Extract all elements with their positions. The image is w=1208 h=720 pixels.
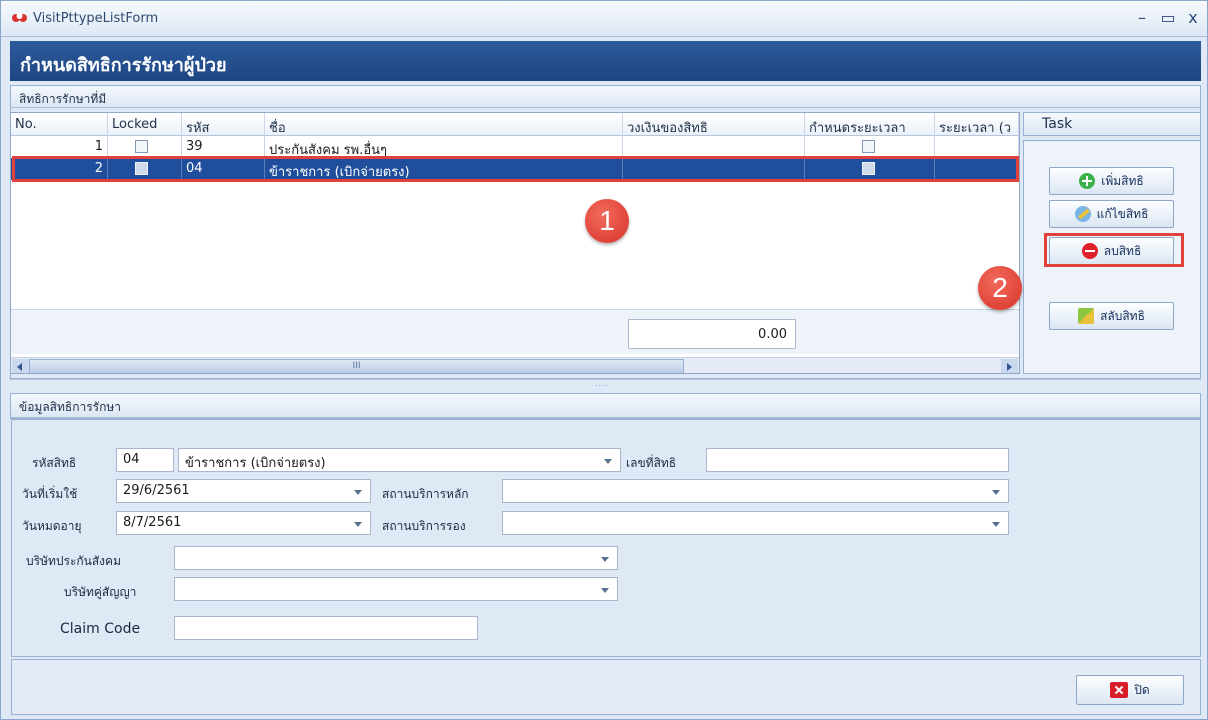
sso-company-dropdown[interactable] (174, 546, 618, 570)
sso-company-label: บริษัทประกันสังคม (26, 554, 121, 568)
pttype-code-label: รหัสสิทธิ (32, 456, 77, 470)
form-header: กำหนดสิทธิการรักษาผู้ป่วย (10, 41, 1201, 81)
annotation-badge-1: 1 (585, 199, 629, 243)
claim-code-label: Claim Code (60, 621, 141, 637)
window-titlebar[interactable]: VisitPttypeListForm – ▭ x (1, 1, 1207, 37)
begin-date-label: วันที่เริ่มใช้ (22, 487, 78, 501)
scroll-left-icon[interactable] (12, 359, 29, 373)
chevron-down-icon (992, 522, 1000, 527)
col-no[interactable]: No. (11, 113, 108, 136)
contract-company-label: บริษัทคู่สัญญา (64, 585, 137, 599)
pttype-name-dropdown[interactable]: ข้าราชการ (เบิกจ่ายตรง) (178, 448, 621, 472)
chevron-down-icon (601, 588, 609, 593)
add-icon (1079, 173, 1096, 189)
edit-pttype-label: แก้ไขสิทธิ (1096, 206, 1149, 221)
expire-date-picker[interactable]: 8/7/2561 (116, 511, 371, 535)
pttype-code-input[interactable]: 04 (116, 448, 174, 472)
delete-button-highlight (1044, 233, 1184, 267)
pttype-detail-caption: ข้อมูลสิทธิการรักษา (11, 394, 1200, 418)
chevron-down-icon (354, 490, 362, 495)
horizontal-scrollbar[interactable]: III (11, 357, 1019, 373)
main-hospital-dropdown[interactable] (502, 479, 1009, 503)
main-hospital-label: สถานบริการหลัก (382, 487, 469, 501)
col-code[interactable]: รหัส (182, 113, 265, 136)
limit-total: 0.00 (628, 319, 796, 349)
card-no-label: เลขที่สิทธิ (626, 456, 677, 470)
sub-hospital-label: สถานบริการรอง (382, 519, 466, 533)
chevron-down-icon (604, 459, 612, 464)
grid-header: No. Locked รหัส ชื่อ วงเงินของสิทธิ กำหน… (11, 113, 1019, 136)
maximize-button[interactable]: ▭ (1157, 6, 1179, 30)
col-locked[interactable]: Locked (108, 113, 182, 136)
cell-has-period (805, 136, 935, 158)
card-no-input[interactable] (706, 448, 1009, 472)
visit-pttype-window: VisitPttypeListForm – ▭ x กำหนดสิทธิการร… (0, 0, 1208, 720)
grid-footer: 0.00 (11, 309, 1019, 354)
close-icon (1110, 682, 1129, 698)
pttype-list-caption: สิทธิการรักษาที่มี (11, 86, 1200, 108)
task-caption: Task (1023, 112, 1201, 136)
selected-row-highlight (12, 156, 1019, 182)
add-pttype-label: เพิ่มสิทธิ (1101, 173, 1144, 188)
pttype-grid[interactable]: No. Locked รหัส ชื่อ วงเงินของสิทธิ กำหน… (10, 112, 1020, 374)
expire-date-value: 8/7/2561 (123, 515, 182, 530)
swap-pttype-button[interactable]: สลับสิทธิ (1049, 302, 1174, 330)
col-limit[interactable]: วงเงินของสิทธิ (623, 113, 805, 136)
edit-pttype-button[interactable]: แก้ไขสิทธิ (1049, 200, 1174, 228)
swap-pttype-label: สลับสิทธิ (1100, 308, 1145, 323)
expire-date-label: วันหมดอายุ (22, 519, 82, 533)
chevron-down-icon (992, 490, 1000, 495)
period-checkbox[interactable] (862, 140, 875, 153)
cell-limit (623, 136, 805, 158)
chevron-down-icon (601, 557, 609, 562)
contract-company-dropdown[interactable] (174, 577, 618, 601)
edit-icon (1074, 206, 1091, 222)
table-row[interactable]: 1 39 ประกันสังคม รพ.อื่นๆ (11, 136, 1019, 158)
close-window-button[interactable]: x (1182, 6, 1204, 30)
window-title: VisitPttypeListForm (33, 11, 159, 26)
locked-checkbox[interactable] (135, 140, 148, 153)
cell-period (935, 136, 1019, 158)
panel-splitter[interactable]: .... (10, 379, 1201, 388)
begin-date-value: 29/6/2561 (123, 483, 190, 498)
cell-name: ประกันสังคม รพ.อื่นๆ (265, 136, 623, 158)
cell-code: 39 (182, 136, 265, 158)
pttype-detail-group: ข้อมูลสิทธิการรักษา (10, 393, 1201, 419)
bottom-bar (11, 659, 1201, 715)
col-name[interactable]: ชื่อ (265, 113, 623, 136)
col-period[interactable]: ระยะเวลา (ว (935, 113, 1019, 136)
chevron-down-icon (354, 522, 362, 527)
close-form-label: ปิด (1134, 682, 1150, 697)
scroll-right-icon[interactable] (1001, 359, 1018, 373)
scroll-thumb[interactable]: III (29, 359, 684, 373)
col-has-period[interactable]: กำหนดระยะเวลา (805, 113, 935, 136)
add-pttype-button[interactable]: เพิ่มสิทธิ (1049, 167, 1174, 195)
swap-icon (1078, 308, 1095, 324)
claim-code-input[interactable] (174, 616, 478, 640)
minimize-button[interactable]: – (1131, 6, 1153, 30)
page-title: กำหนดสิทธิการรักษาผู้ป่วย (20, 55, 227, 76)
begin-date-picker[interactable]: 29/6/2561 (116, 479, 371, 503)
pttype-detail-form: รหัสสิทธิ 04 ข้าราชการ (เบิกจ่ายตรง) เลข… (11, 419, 1201, 657)
cell-no: 1 (11, 136, 108, 158)
sub-hospital-dropdown[interactable] (502, 511, 1009, 535)
app-logo-icon (12, 13, 27, 22)
pttype-name-value: ข้าราชการ (เบิกจ่ายตรง) (185, 456, 326, 471)
splitter-grip[interactable]: .... (595, 380, 609, 388)
close-form-button[interactable]: ปิด (1076, 675, 1184, 705)
cell-locked (108, 136, 182, 158)
annotation-badge-2: 2 (978, 266, 1022, 310)
